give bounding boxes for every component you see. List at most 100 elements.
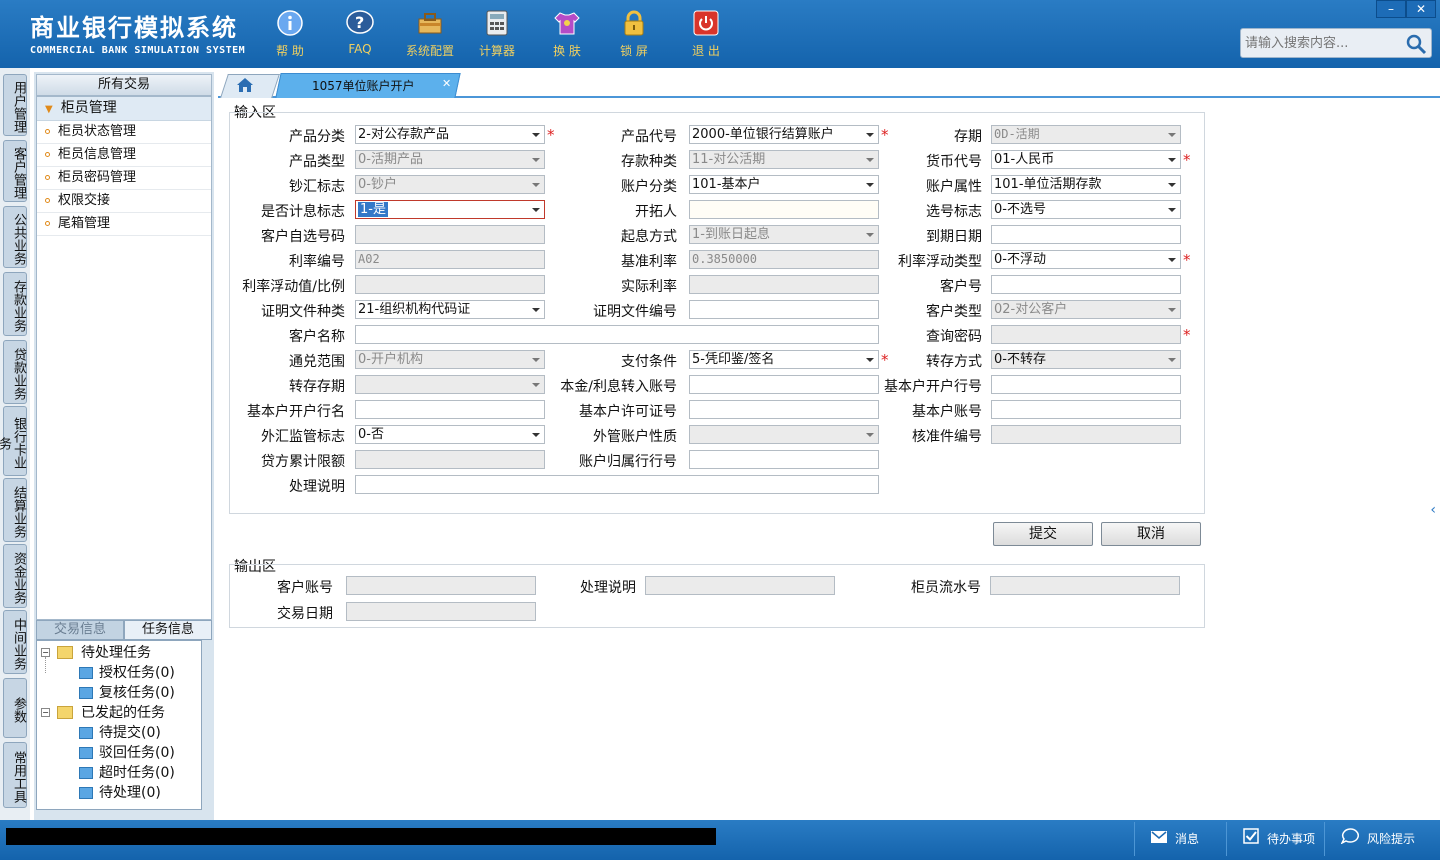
interest-start-select[interactable]: 1-到账日起息 — [689, 225, 879, 244]
tree-item-teller-password[interactable]: 柜员密码管理 — [37, 167, 211, 190]
search-input[interactable] — [1241, 29, 1401, 57]
term-select[interactable]: 0D-活期 — [991, 125, 1181, 144]
basic-license-input[interactable] — [689, 400, 879, 419]
due-date-input[interactable] — [991, 225, 1181, 244]
float-type-select[interactable]: 0-不浮动 — [991, 250, 1181, 269]
status-todo-button[interactable]: 待办事项 — [1226, 822, 1324, 856]
vtab-params[interactable]: 参数 — [3, 678, 27, 738]
status-risk-button[interactable]: 风险提示 — [1324, 822, 1434, 856]
cash-flag-select[interactable]: 0-钞户 — [355, 175, 545, 194]
dropdown-arrow-icon — [866, 158, 874, 162]
tree-item-teller-info[interactable]: 柜员信息管理 — [37, 144, 211, 167]
task-node-initiated[interactable]: − 已发起的任务 — [37, 703, 201, 723]
submit-button[interactable]: 提交 — [993, 522, 1093, 546]
basic-bank-number-input[interactable] — [991, 375, 1181, 394]
approval-number-input[interactable] — [991, 425, 1181, 444]
close-window-button[interactable]: ✕ — [1406, 0, 1436, 18]
exchange-range-label: 通兑范围 — [289, 354, 345, 370]
deposit-kind-select[interactable]: 11-对公活期 — [689, 150, 879, 169]
vtab-card-business[interactable]: 银行卡业务 — [0, 406, 27, 476]
skin-button[interactable]: 换 肤 — [537, 8, 597, 59]
task-node-rejected[interactable]: 驳回任务(0) — [37, 743, 201, 763]
task-file-icon — [79, 687, 93, 699]
product-code-select[interactable]: 2000-单位银行结算账户 — [689, 125, 879, 144]
tab-transaction-info[interactable]: 交易信息 — [36, 620, 124, 640]
customer-type-select[interactable]: 02-对公客户 — [991, 300, 1181, 319]
customer-name-input[interactable] — [355, 325, 879, 344]
cancel-button[interactable]: 取消 — [1101, 522, 1201, 546]
collapse-icon[interactable]: − — [41, 708, 50, 717]
task-file-icon — [79, 747, 93, 759]
self-choose-number-input[interactable] — [355, 225, 545, 244]
customer-number-input[interactable] — [991, 275, 1181, 294]
product-category-select[interactable]: 2-对公存款产品 — [355, 125, 545, 144]
lock-button[interactable]: 锁 屏 — [604, 8, 664, 59]
account-category-select[interactable]: 101-基本户 — [689, 175, 879, 194]
output-account-label: 客户账号 — [277, 580, 333, 596]
cert-number-input[interactable] — [689, 300, 879, 319]
vtab-common-tools[interactable]: 常用工具 — [3, 742, 27, 808]
task-node-review[interactable]: 复核任务(0) — [37, 683, 201, 703]
rate-number-input[interactable]: A02 — [355, 250, 545, 269]
close-icon[interactable]: ✕ — [442, 77, 451, 90]
tree-item-teller-status[interactable]: 柜员状态管理 — [37, 121, 211, 144]
task-node-to-process[interactable]: 待处理(0) — [37, 783, 201, 803]
credit-limit-input[interactable] — [355, 450, 545, 469]
exchange-range-select[interactable]: 0-开户机构 — [355, 350, 545, 369]
vtab-intermediate-business[interactable]: 中间业务 — [3, 610, 27, 674]
status-todo-label: 待办事项 — [1267, 832, 1316, 846]
config-button[interactable]: 系统配置 — [400, 8, 460, 59]
collapse-icon[interactable]: − — [41, 648, 50, 657]
faq-button[interactable]: ? FAQ — [330, 8, 390, 56]
branch-number-input[interactable] — [689, 450, 879, 469]
chevron-left-icon[interactable]: ‹ — [1430, 502, 1436, 518]
query-password-input[interactable] — [991, 325, 1181, 344]
cert-type-select[interactable]: 21-组织机构代码证 — [355, 300, 545, 319]
dropdown-arrow-icon — [1168, 258, 1176, 262]
vtab-deposit-business[interactable]: 存款业务 — [3, 272, 27, 336]
home-icon[interactable] — [236, 77, 254, 97]
remark-input[interactable] — [355, 475, 879, 494]
actual-rate-input[interactable] — [689, 275, 879, 294]
transfer-mode-select[interactable]: 0-不转存 — [991, 350, 1181, 369]
status-message-button[interactable]: 消息 — [1134, 822, 1226, 856]
help-button[interactable]: 帮 助 — [260, 8, 320, 59]
fx-nature-select[interactable] — [689, 425, 879, 444]
search-icon[interactable] — [1405, 33, 1427, 59]
tree-group-teller-mgmt[interactable]: ▼ 柜员管理 — [37, 97, 211, 121]
currency-select[interactable]: 01-人民币 — [991, 150, 1181, 169]
task-node-auth[interactable]: 授权任务(0) — [37, 657, 201, 683]
principal-account-input[interactable] — [689, 375, 879, 394]
developer-input[interactable] — [689, 200, 879, 219]
transfer-term-label: 转存存期 — [289, 379, 345, 395]
vtab-settlement-business[interactable]: 结算业务 — [3, 478, 27, 542]
basic-account-input[interactable] — [991, 400, 1181, 419]
dropdown-arrow-icon — [1168, 308, 1176, 312]
vtab-loan-business[interactable]: 贷款业务 — [3, 340, 27, 404]
pay-condition-select[interactable]: 5-凭印鉴/签名 — [689, 350, 879, 369]
interest-flag-select[interactable]: 1-是 — [355, 200, 545, 219]
exit-button[interactable]: 退 出 — [676, 8, 736, 59]
vtab-customer-mgmt[interactable]: 客户管理 — [3, 140, 27, 202]
minimize-button[interactable]: – — [1376, 0, 1406, 18]
tree-item-tail-box[interactable]: 尾箱管理 — [37, 213, 211, 236]
calculator-button[interactable]: 计算器 — [467, 8, 527, 59]
vtab-fund-business[interactable]: 资金业务 — [3, 544, 27, 608]
choose-number-flag-select[interactable]: 0-不选号 — [991, 200, 1181, 219]
fx-flag-select[interactable]: 0-否 — [355, 425, 545, 444]
vtab-public-business[interactable]: 公共业务 — [3, 206, 27, 268]
basic-bank-name-input[interactable] — [355, 400, 545, 419]
task-node-pending[interactable]: − 待处理任务 — [37, 643, 201, 663]
base-rate-input[interactable]: 0.3850000 — [689, 250, 879, 269]
float-value-input[interactable] — [355, 275, 545, 294]
transfer-term-select[interactable] — [355, 375, 545, 394]
task-file-icon — [79, 667, 93, 679]
tree-header[interactable]: 所有交易 — [36, 74, 212, 96]
tree-item-permission-handover[interactable]: 权限交接 — [37, 190, 211, 213]
product-type-select[interactable]: 0-活期产品 — [355, 150, 545, 169]
task-node-to-submit[interactable]: 待提交(0) — [37, 723, 201, 743]
tab-task-info[interactable]: 任务信息 — [124, 620, 212, 640]
account-attribute-select[interactable]: 101-单位活期存款 — [991, 175, 1181, 194]
vtab-user-mgmt[interactable]: 用户管理 — [3, 74, 27, 136]
task-node-timeout[interactable]: 超时任务(0) — [37, 763, 201, 783]
